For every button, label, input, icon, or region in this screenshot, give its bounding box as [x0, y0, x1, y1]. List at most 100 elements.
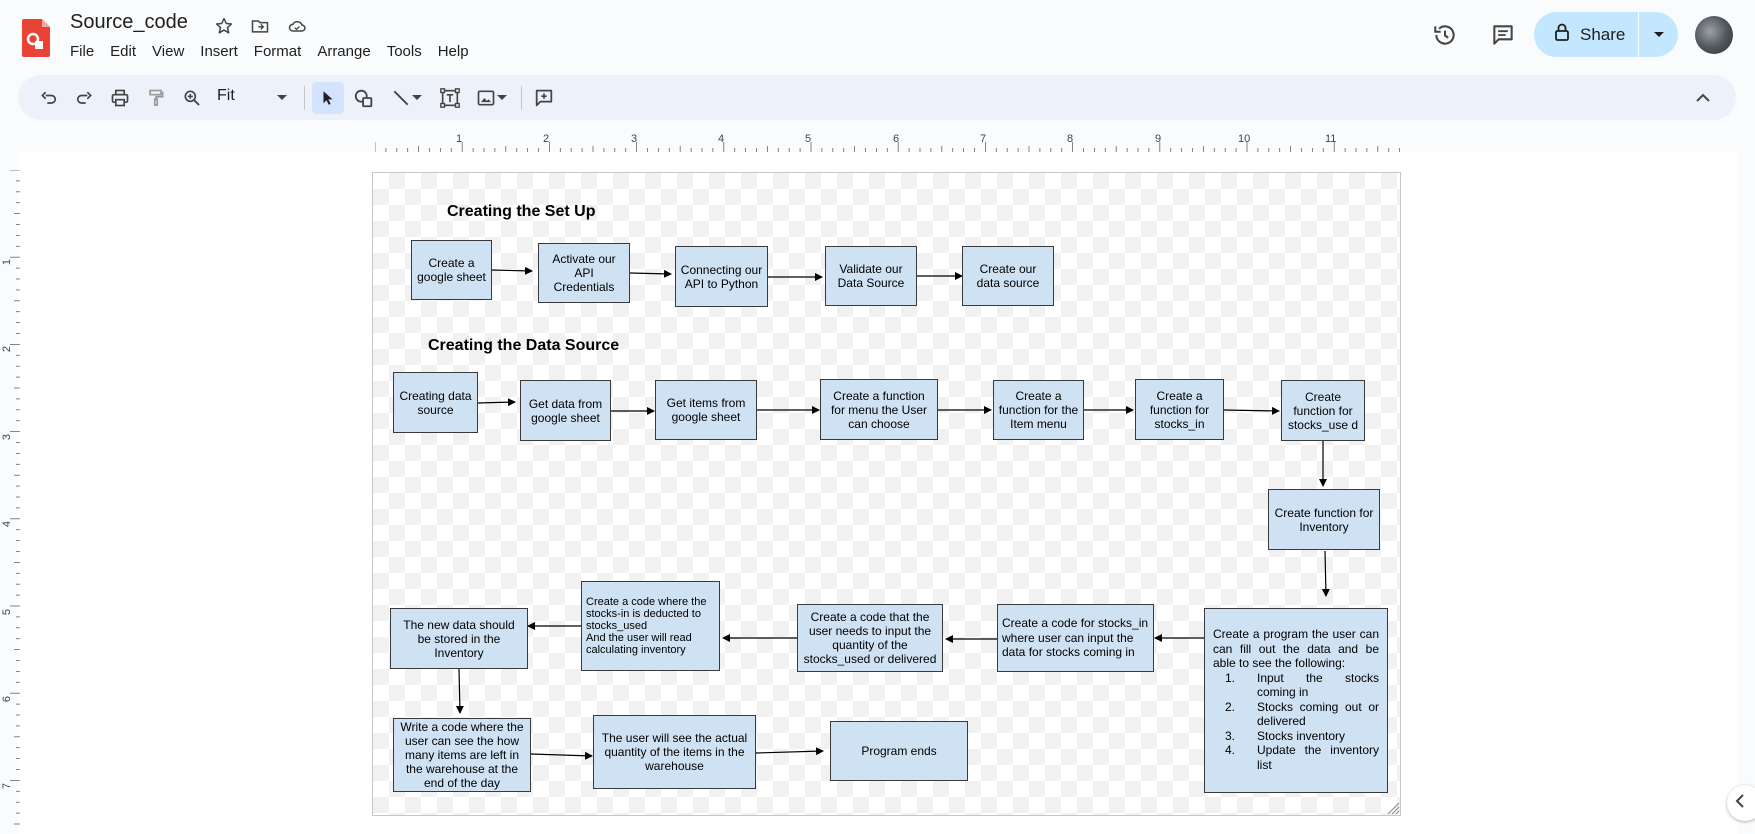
- program-list: 1. Input the stocks coming in 2. Stocks co…: [1213, 671, 1379, 773]
- flow-box[interactable]: Program ends: [830, 721, 968, 781]
- top-bar: Source_code File Edit View Insert Format…: [0, 0, 1755, 72]
- document-title[interactable]: Source_code: [70, 11, 188, 34]
- toolbar: Fit: [18, 75, 1736, 120]
- flow-box[interactable]: Create function for Inventory: [1268, 489, 1380, 550]
- collapse-toolbar-icon[interactable]: [1690, 85, 1716, 111]
- flow-box[interactable]: Create a google sheet: [411, 240, 492, 300]
- flow-box[interactable]: Get data from google sheet: [520, 380, 611, 441]
- add-comment-icon[interactable]: [531, 85, 557, 111]
- program-list-box[interactable]: Create a program the user can can fill o…: [1204, 608, 1388, 793]
- flow-box[interactable]: The user will see the actual quantity of…: [593, 715, 756, 789]
- flow-box[interactable]: Create a code for stocks_in where user c…: [997, 604, 1154, 672]
- ruler-label: 7: [980, 133, 987, 145]
- flow-box[interactable]: Creating data source: [393, 372, 478, 433]
- connector-arrow: [490, 266, 533, 275]
- cloud-saved-icon[interactable]: [285, 14, 309, 38]
- select-cursor-icon[interactable]: [312, 82, 344, 114]
- flow-box[interactable]: Create function for stocks_use d: [1281, 380, 1365, 441]
- zoom-dropdown-icon[interactable]: [274, 85, 290, 111]
- account-avatar[interactable]: [1695, 16, 1733, 54]
- section-title-data-source[interactable]: Creating the Data Source: [428, 337, 619, 355]
- menu-bar: File Edit View Insert Format Arrange Too…: [62, 42, 477, 61]
- list-item: 3. Stocks inventory: [1225, 728, 1346, 743]
- ruler-label: 6: [1, 695, 14, 703]
- section-title-setup[interactable]: Creating the Set Up: [447, 203, 595, 221]
- flow-box[interactable]: Create a function for the Item menu: [993, 380, 1084, 440]
- connector-arrow: [530, 751, 593, 760]
- image-dropdown-icon[interactable]: [495, 85, 509, 111]
- connector-arrow: [755, 747, 824, 756]
- drawings-logo-icon[interactable]: [22, 17, 52, 57]
- ruler-label: 5: [805, 133, 812, 145]
- menu-view[interactable]: View: [144, 42, 192, 61]
- connector-arrow: [1321, 550, 1330, 597]
- list-item: 2. Stocks coming out or delivered: [1225, 699, 1379, 729]
- undo-icon[interactable]: [36, 85, 62, 111]
- menu-help[interactable]: Help: [430, 42, 477, 61]
- text-box-icon[interactable]: [437, 85, 463, 111]
- connector-arrow: [1223, 406, 1280, 415]
- ruler-label: 3: [1, 433, 14, 441]
- paint-format-icon[interactable]: [143, 85, 169, 111]
- ruler-label: 4: [718, 133, 725, 145]
- print-icon[interactable]: [107, 85, 133, 111]
- horizontal-ruler[interactable]: 1 2 3 4 5 6 7 8 9 10 11: [375, 133, 1400, 152]
- ruler-label: 2: [1, 345, 14, 353]
- flow-box[interactable]: Create a code that the user needs to inp…: [797, 604, 943, 672]
- flow-box[interactable]: Validate our Data Source: [825, 246, 917, 306]
- ruler-label: 10: [1238, 133, 1251, 145]
- program-intro: Create a program the user can can fill o…: [1213, 627, 1379, 670]
- share-label: Share: [1580, 24, 1626, 44]
- menu-arrange[interactable]: Arrange: [309, 42, 378, 61]
- connector-arrow: [477, 398, 516, 407]
- ruler-label: 4: [1, 520, 14, 528]
- flow-box[interactable]: Create a function for stocks_in: [1135, 379, 1224, 440]
- flow-box[interactable]: Write a code where the user can see the …: [393, 718, 531, 792]
- redo-icon[interactable]: [71, 85, 97, 111]
- list-item: 1. Input the stocks coming in: [1225, 670, 1379, 700]
- ruler-label: 1: [456, 133, 463, 145]
- ruler-label: 9: [1155, 133, 1162, 145]
- connector-arrow: [455, 668, 464, 714]
- menu-file[interactable]: File: [62, 42, 102, 61]
- menu-edit[interactable]: Edit: [102, 42, 144, 61]
- share-dropdown-icon[interactable]: [1639, 12, 1678, 57]
- flow-box[interactable]: Create a function for menu the User can …: [820, 379, 938, 440]
- flow-box[interactable]: Create a code where the stocks-in is ded…: [581, 581, 720, 671]
- ruler-label: 8: [1067, 133, 1074, 145]
- toolbar-divider: [521, 86, 522, 110]
- ruler-label: 11: [1325, 133, 1337, 145]
- ruler-label: 7: [1, 782, 14, 790]
- version-history-icon[interactable]: [1430, 20, 1460, 50]
- line-dropdown-icon[interactable]: [410, 85, 424, 111]
- flow-box[interactable]: Get items from google sheet: [655, 380, 757, 440]
- flow-box[interactable]: Activate our API Credentials: [538, 243, 630, 303]
- flow-box[interactable]: Create our data source: [962, 246, 1054, 306]
- side-panel-toggle[interactable]: [1727, 785, 1755, 821]
- zoom-icon[interactable]: [179, 85, 205, 111]
- star-icon[interactable]: [212, 14, 236, 38]
- ruler-label: 6: [893, 133, 900, 145]
- ruler-label: 5: [1, 608, 14, 616]
- connector-arrow: [629, 269, 672, 278]
- toolbar-divider: [304, 86, 305, 110]
- chevron-left-icon: [1735, 793, 1745, 813]
- menu-format[interactable]: Format: [246, 42, 310, 61]
- ruler-label: 1: [1, 258, 14, 266]
- flow-box[interactable]: Connecting our API to Python: [675, 246, 768, 307]
- ruler-label: 3: [631, 133, 638, 145]
- share-button[interactable]: Share: [1534, 12, 1678, 57]
- flow-box[interactable]: The new data should be stored in the Inv…: [390, 608, 528, 669]
- move-folder-icon[interactable]: [248, 14, 272, 38]
- comments-icon[interactable]: [1488, 20, 1518, 50]
- menu-tools[interactable]: Tools: [379, 42, 430, 61]
- lock-icon: [1554, 23, 1570, 46]
- share-main-button[interactable]: Share: [1534, 12, 1639, 57]
- vertical-ruler[interactable]: 1 2 3 4 5 6 7: [1, 170, 20, 830]
- zoom-select[interactable]: Fit: [217, 87, 235, 105]
- drawing-page[interactable]: Creating the Set Up Creating the Data So…: [372, 172, 1401, 816]
- list-item: 4. Update the inventory list: [1225, 743, 1379, 772]
- shape-icon[interactable]: [351, 85, 377, 111]
- ruler-label: 2: [543, 133, 550, 145]
- menu-insert[interactable]: Insert: [192, 42, 246, 61]
